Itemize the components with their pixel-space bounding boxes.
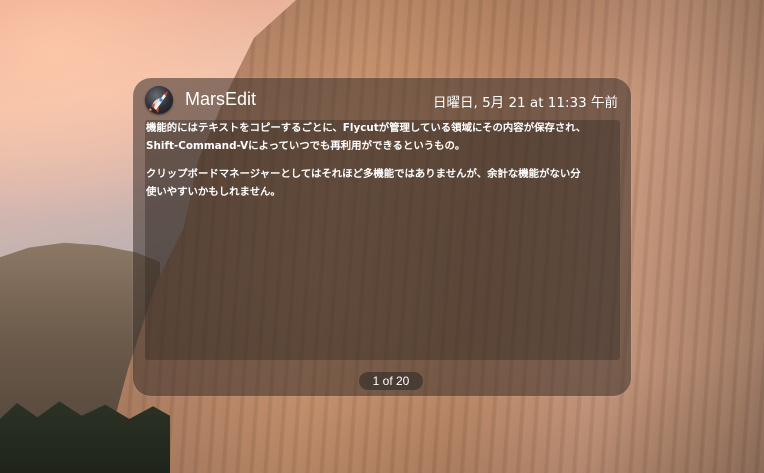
body-line: Shift-Command-Vによっていつでも再利用ができるというもの。 xyxy=(146,139,466,152)
marsedit-rocket-icon[interactable] xyxy=(145,86,173,114)
body-line: 機能的にはテキストをコピーするごとに、Flycutが管理している領域にその内容が… xyxy=(146,122,587,134)
paragraph-2: クリップボードマネージャーとしてはそれほど多機能ではありませんが、余計な機能がな… xyxy=(146,166,581,201)
body-line: クリップボードマネージャーとしてはそれほど多機能ではありませんが、余計な機能がな… xyxy=(146,168,581,180)
notification-header: MarsEdit 日曜日, 5月 21 at 11:33 午前 xyxy=(133,78,631,120)
page-indicator[interactable]: 1 of 20 xyxy=(359,372,423,390)
desktop-background: MarsEdit 日曜日, 5月 21 at 11:33 午前 機能的にはテキス… xyxy=(0,0,764,473)
app-name: MarsEdit xyxy=(185,89,257,109)
paragraph-1: 機能的にはテキストをコピーするごとに、Flycutが管理している領域にその内容が… xyxy=(146,120,586,155)
notification-panel[interactable]: MarsEdit 日曜日, 5月 21 at 11:33 午前 機能的にはテキス… xyxy=(133,78,631,396)
body-line: 使いやすいかもしれません。 xyxy=(146,185,281,198)
notification-timestamp: 日曜日, 5月 21 at 11:33 午前 xyxy=(433,95,618,111)
notification-body: 機能的にはテキストをコピーするごとに、Flycutが管理している領域にその内容が… xyxy=(145,120,620,360)
